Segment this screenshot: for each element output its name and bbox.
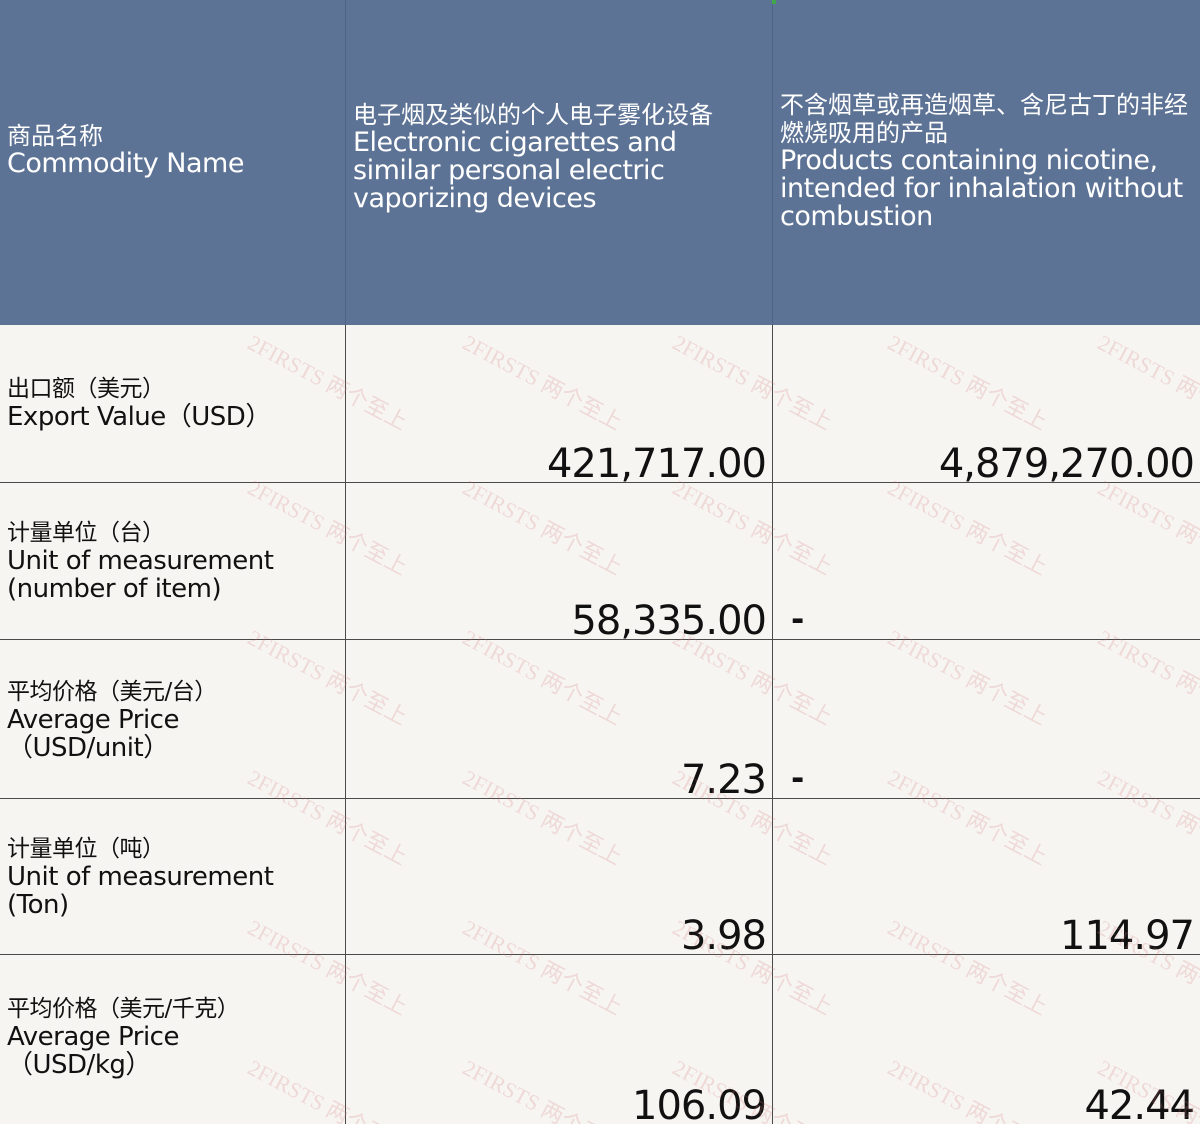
value-dash: -	[791, 600, 805, 638]
value: 4,879,270.00	[938, 441, 1195, 483]
value: 42.44	[1084, 1083, 1195, 1124]
cell-export-value-nicotine: 4,879,270.00	[773, 325, 1200, 483]
marker-dot	[772, 0, 776, 4]
row-label-avg-price-unit: 平均价格（美元/台） Average Price （USD/unit）	[0, 640, 346, 799]
value: 58,335.00	[571, 598, 767, 640]
row-label-en: Average Price （USD/kg）	[7, 1022, 179, 1080]
cell-avg-price-unit-nicotine: -	[773, 640, 1200, 799]
row-label-export-value: 出口额（美元） Export Value（USD）	[0, 325, 346, 483]
value: 3.98	[680, 913, 767, 955]
value: 106.09	[632, 1083, 767, 1124]
row-label-cn: 计量单位（吨）	[7, 836, 165, 862]
cell-unit-ton-e-cig: 3.98	[346, 799, 773, 955]
header-commodity-name-en: Commodity Name	[7, 147, 244, 179]
row-label-en: Unit of measurement (Ton)	[7, 862, 274, 920]
row-label-unit-ton: 计量单位（吨） Unit of measurement (Ton)	[0, 799, 346, 955]
cell-unit-ton-nicotine: 114.97	[773, 799, 1200, 955]
header-e-cigarettes-cn: 电子烟及类似的个人电子雾化设备	[353, 100, 713, 129]
row-label-en: Export Value（USD）	[7, 402, 271, 432]
cell-export-value-e-cig: 421,717.00	[346, 325, 773, 483]
header-commodity-name-cn: 商品名称	[7, 121, 103, 150]
export-data-table: 商品名称 Commodity Name 电子烟及类似的个人电子雾化设备 Elec…	[0, 0, 1200, 1124]
row-label-en: Unit of measurement (number of item)	[7, 546, 274, 604]
row-label-avg-price-kg: 平均价格（美元/千克） Average Price （USD/kg）	[0, 955, 346, 1124]
header-commodity-name: 商品名称 Commodity Name	[0, 0, 346, 325]
header-e-cigarettes: 电子烟及类似的个人电子雾化设备 Electronic cigarettes an…	[346, 0, 773, 325]
header-nicotine-products: 不含烟草或再造烟草、含尼古丁的非经燃烧吸用的产品 Products contai…	[773, 0, 1200, 325]
row-label-unit-items: 计量单位（台） Unit of measurement (number of i…	[0, 483, 346, 640]
row-label-cn: 平均价格（美元/千克）	[7, 996, 240, 1022]
row-label-cn: 平均价格（美元/台）	[7, 679, 217, 705]
header-nicotine-products-en: Products containing nicotine, intended f…	[780, 144, 1183, 232]
value: 7.23	[680, 757, 767, 799]
header-e-cigarettes-en: Electronic cigarettes and similar person…	[353, 126, 677, 214]
value: 421,717.00	[546, 441, 767, 483]
row-label-cn: 出口额（美元）	[7, 376, 165, 402]
value: 114.97	[1060, 913, 1195, 955]
cell-unit-items-e-cig: 58,335.00	[346, 483, 773, 640]
row-label-cn: 计量单位（台）	[7, 520, 165, 546]
cell-avg-price-unit-e-cig: 7.23	[346, 640, 773, 799]
header-nicotine-products-cn: 不含烟草或再造烟草、含尼古丁的非经燃烧吸用的产品	[780, 90, 1188, 147]
value-dash: -	[791, 759, 805, 797]
cell-unit-items-nicotine: -	[773, 483, 1200, 640]
cell-avg-price-kg-nicotine: 42.44	[773, 955, 1200, 1124]
cell-avg-price-kg-e-cig: 106.09	[346, 955, 773, 1124]
row-label-en: Average Price （USD/unit）	[7, 705, 179, 763]
